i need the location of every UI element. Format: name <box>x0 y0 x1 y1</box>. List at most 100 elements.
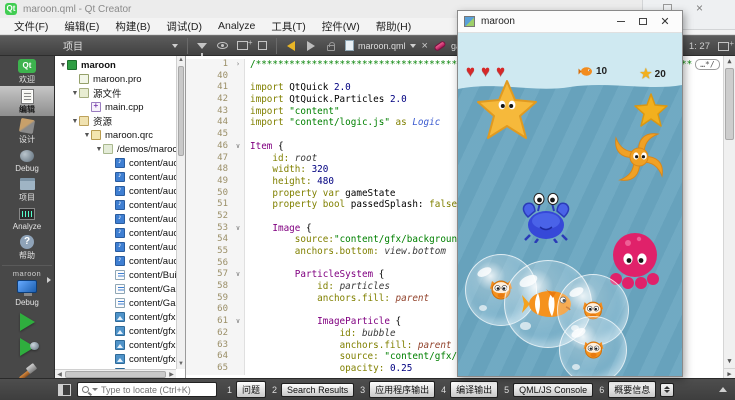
toggle-sidebar-icon[interactable] <box>58 384 71 396</box>
scroll-right-icon[interactable]: ▶ <box>724 368 735 378</box>
project-filter-combo[interactable]: 项目 <box>58 38 183 53</box>
minimize-button[interactable] <box>610 14 632 30</box>
locator-box[interactable] <box>77 382 217 397</box>
output-pane-5[interactable]: 5QML/JS Console <box>502 383 593 397</box>
tree-row[interactable]: content/Bui <box>55 268 176 282</box>
tree-row[interactable]: content/auc <box>55 226 176 240</box>
debug-run-button[interactable] <box>20 338 35 356</box>
tree-row[interactable]: ▼源文件 <box>55 86 176 100</box>
pane-button[interactable]: 编译输出 <box>450 381 498 398</box>
scroll-up-icon[interactable]: ▲ <box>724 56 735 67</box>
menu-item[interactable]: 调试(D) <box>158 18 210 35</box>
split-add-icon[interactable] <box>234 38 250 54</box>
pane-button[interactable]: QML/JS Console <box>513 383 593 397</box>
pane-button[interactable]: 应用程序输出 <box>369 381 435 398</box>
output-pane-6[interactable]: 6概要信息 <box>597 381 656 398</box>
fold-marker-icon[interactable]: › <box>232 59 245 71</box>
go-forward-icon[interactable] <box>303 38 319 54</box>
mode-proj[interactable]: 项目 <box>0 174 54 204</box>
scroll-down-icon[interactable]: ▼ <box>177 360 185 369</box>
tree-row[interactable]: content/auc <box>55 254 176 268</box>
output-pane-2[interactable]: 2Search Results <box>270 383 354 397</box>
tree-row[interactable]: ▼/demos/maroo <box>55 142 176 156</box>
token-id: particles <box>334 281 390 292</box>
editor-vertical-scrollbar[interactable]: ▲ ▼ ▶ <box>723 56 735 378</box>
kit-selector[interactable]: maroon Debug <box>0 269 54 307</box>
menu-item[interactable]: 控件(W) <box>314 18 368 35</box>
filter-icon[interactable] <box>194 38 210 54</box>
game-window-titlebar[interactable]: maroon ✕ <box>458 11 682 33</box>
locator-input[interactable] <box>101 385 212 395</box>
mode-qt[interactable]: Qt欢迎 <box>0 56 54 86</box>
game-canvas[interactable]: ♥ ♥ ♥ 10 ★ 20 <box>458 33 682 376</box>
split-editor-icon[interactable] <box>718 42 729 51</box>
menu-item[interactable]: 工具(T) <box>263 18 313 35</box>
pane-button[interactable]: Search Results <box>281 383 354 397</box>
token-pl <box>250 281 317 292</box>
tree-row[interactable]: content/auc <box>55 198 176 212</box>
expand-output-pane-icon[interactable] <box>719 387 727 392</box>
tree-row[interactable]: main.cpp <box>55 100 176 114</box>
tree-row[interactable]: content/gfx <box>55 310 176 324</box>
scroll-down-icon[interactable]: ▼ <box>724 356 735 367</box>
tree-row[interactable]: ▼maroon <box>55 58 176 72</box>
fold-marker-icon[interactable]: ∨ <box>232 269 245 281</box>
tree-row[interactable]: ▼资源 <box>55 114 176 128</box>
close-button[interactable]: ✕ <box>654 14 676 30</box>
mode-debug[interactable]: Debug <box>0 146 54 174</box>
pane-button[interactable]: 问题 <box>236 381 266 398</box>
output-pane-4[interactable]: 4编译输出 <box>439 381 498 398</box>
output-pane-3[interactable]: 3应用程序输出 <box>358 381 435 398</box>
menu-item[interactable]: 文件(F) <box>6 18 56 35</box>
expander-open-icon[interactable]: ▼ <box>59 62 67 69</box>
scrollbar-thumb[interactable] <box>178 66 184 156</box>
run-button[interactable] <box>20 313 35 331</box>
tree-vertical-scrollbar[interactable]: ▲ ▼ <box>176 56 185 369</box>
scrollbar-thumb[interactable] <box>65 371 166 378</box>
mode-help[interactable]: ?帮助 <box>0 232 54 262</box>
collapsed-fold-box[interactable]: …*/ <box>695 59 719 70</box>
mode-design[interactable]: 设计 <box>0 116 54 146</box>
tree-row[interactable]: maroon.pro <box>55 72 176 86</box>
expander-open-icon[interactable]: ▼ <box>83 132 91 139</box>
fold-marker-icon[interactable]: ∨ <box>232 316 245 328</box>
go-back-icon[interactable] <box>283 38 299 54</box>
pane-button[interactable]: 概要信息 <box>608 381 656 398</box>
scroll-right-icon[interactable]: ▶ <box>167 371 176 378</box>
edit-mode-icon <box>16 88 38 104</box>
fold-marker-icon[interactable]: ∨ <box>232 141 245 153</box>
open-document-combo[interactable]: maroon.qml <box>345 40 416 51</box>
tree-row[interactable]: content/gfx <box>55 324 176 338</box>
scrollbar-thumb[interactable] <box>725 68 734 140</box>
tree-row[interactable]: content/auc <box>55 170 176 184</box>
tree-row[interactable]: content/auc <box>55 212 176 226</box>
close-document-icon[interactable]: × <box>422 40 428 52</box>
tree-row[interactable]: content/gfx <box>55 338 176 352</box>
collapse-icon[interactable] <box>254 38 270 54</box>
tree-row[interactable]: content/auc <box>55 184 176 198</box>
fold-marker-icon[interactable]: ∨ <box>232 223 245 235</box>
maximize-button[interactable] <box>632 14 654 30</box>
tree-row[interactable]: content/Gar <box>55 296 176 310</box>
tree-row[interactable]: ▼maroon.qrc <box>55 128 176 142</box>
scroll-left-icon[interactable]: ◀ <box>55 371 64 378</box>
output-pane-1[interactable]: 1问题 <box>225 381 266 398</box>
menu-item[interactable]: 构建(B) <box>107 18 158 35</box>
pane-navigation-arrows-icon[interactable] <box>660 383 674 397</box>
synchronize-icon[interactable] <box>214 38 230 54</box>
scroll-up-icon[interactable]: ▲ <box>177 56 185 65</box>
menu-item[interactable]: Analyze <box>210 19 263 33</box>
menu-item[interactable]: 编辑(E) <box>56 18 107 35</box>
tree-row[interactable]: content/gfx <box>55 352 176 366</box>
mode-edit[interactable]: 编辑 <box>0 86 54 116</box>
mode-analyze[interactable]: Analyze <box>0 204 54 232</box>
expander-open-icon[interactable]: ▼ <box>95 146 103 153</box>
expander-open-icon[interactable]: ▼ <box>71 118 79 125</box>
expander-open-icon[interactable]: ▼ <box>71 90 79 97</box>
tree-row[interactable]: content/Gar <box>55 282 176 296</box>
tree-row[interactable]: content/auc <box>55 156 176 170</box>
tree-row[interactable]: content/auc <box>55 240 176 254</box>
close-window-icon[interactable]: × <box>696 1 703 15</box>
tree-horizontal-scrollbar[interactable]: ◀ ▶ <box>55 369 176 378</box>
menu-item[interactable]: 帮助(H) <box>368 18 420 35</box>
